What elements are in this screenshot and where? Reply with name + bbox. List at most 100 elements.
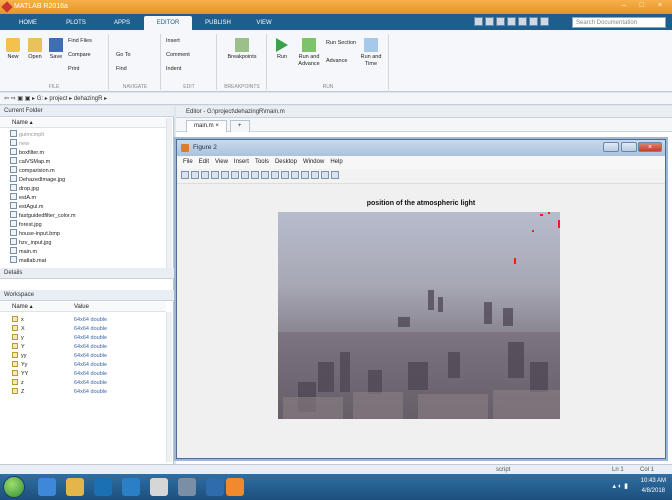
address-bar[interactable]: ⇦ ⇨ ▣ ▣ ▸ G: ▸ project ▸ dehazingR ▸ [0,93,672,105]
app-icon[interactable] [206,478,224,496]
menu-tools[interactable]: Tools [255,159,269,165]
clock[interactable]: 10:43 AM 4/8/2018 [641,476,666,496]
hide-tools-icon[interactable] [321,171,329,179]
tab-main-m[interactable]: main.m × [186,120,227,132]
menu-insert[interactable]: Insert [234,159,249,165]
workspace-value-column[interactable]: Value [74,302,89,312]
file-name: comparision.m [19,168,55,174]
workspace-scrollbar[interactable] [166,312,172,462]
details-header[interactable]: Details [0,268,174,279]
window-controls[interactable]: – □ × [622,2,668,9]
tab-home[interactable]: HOME [4,16,52,30]
go-to-button[interactable]: Go To [116,52,131,59]
tab-editor[interactable]: EDITOR [144,16,192,30]
link-icon[interactable] [291,171,299,179]
table-row[interactable]: YY [12,370,28,378]
find-files-button[interactable]: Find Files [68,38,92,45]
menu-edit[interactable]: Edit [199,159,209,165]
indent-button[interactable]: Indent [166,66,181,73]
compare-button[interactable]: Compare [68,52,91,59]
plot-title: position of the atmospheric light [366,200,476,207]
chrome-icon[interactable] [150,478,168,496]
run-and-advance-button[interactable]: Run and Advance [296,38,322,68]
brush-icon[interactable] [281,171,289,179]
tab-publish[interactable]: PUBLISH [194,16,242,30]
data-cursor-icon[interactable] [271,171,279,179]
table-row[interactable]: x [12,316,24,324]
menu-view[interactable]: View [215,159,228,165]
insert-button[interactable]: Insert [166,38,180,45]
menu-help[interactable]: Help [330,159,342,165]
colorbar-icon[interactable] [301,171,309,179]
system-tray[interactable]: ▴ ◐ ▮ [613,482,628,490]
minimize-button[interactable] [603,142,619,152]
folder-scrollbar[interactable] [166,118,172,268]
ie-icon[interactable] [38,478,56,496]
run-and-time-button[interactable]: Run and Time [360,38,382,68]
rotate-icon[interactable] [261,171,269,179]
workspace-column-headers: Name ▴ Value [0,302,166,312]
start-button[interactable] [3,476,25,498]
breakpoints-button[interactable]: Breakpoints [224,38,260,61]
save-icon[interactable] [201,171,209,179]
matlab-taskbar-icon[interactable] [226,478,244,496]
help-icon[interactable] [540,17,549,26]
save-icon[interactable] [474,17,483,26]
pan-icon[interactable] [251,171,259,179]
cut-icon[interactable] [485,17,494,26]
tab-view[interactable]: VIEW [240,16,288,30]
undo-icon[interactable] [518,17,527,26]
figure-title-bar[interactable]: Figure 2 × [177,140,665,156]
save-button[interactable]: Save [47,38,65,61]
legend-icon[interactable] [311,171,319,179]
workspace-name-column[interactable]: Name ▴ [12,304,33,310]
image-file-icon [10,229,17,236]
new-figure-icon[interactable] [181,171,189,179]
current-folder-name-column[interactable]: Name ▴ [0,118,166,128]
print-icon[interactable] [211,171,219,179]
redo-icon[interactable] [529,17,538,26]
table-row[interactable]: y [12,334,24,342]
word-icon[interactable] [122,478,140,496]
tab-apps[interactable]: APPS [98,16,146,30]
table-row[interactable]: Z [12,388,24,396]
image-file-icon [10,175,17,182]
add-tab-button[interactable]: + [230,120,250,132]
pointer-icon[interactable] [221,171,229,179]
paste-icon[interactable] [507,17,516,26]
new-button[interactable]: New [4,38,22,61]
table-row[interactable]: z [12,379,24,387]
var-value: 64x64 double [74,371,108,377]
table-row[interactable]: Yy [12,361,27,369]
menu-file[interactable]: File [183,159,193,165]
copy-icon[interactable] [496,17,505,26]
explorer-icon[interactable] [66,478,84,496]
table-row[interactable]: yy [12,352,27,360]
var-name: y [21,335,24,341]
menu-window[interactable]: Window [303,159,324,165]
list-item[interactable]: matlab.mat [10,256,46,266]
open-button[interactable]: Open [25,38,45,61]
advance-button[interactable]: Advance [326,58,347,65]
zoom-out-icon[interactable] [241,171,249,179]
maximize-button[interactable] [621,142,637,152]
zoom-in-icon[interactable] [231,171,239,179]
m-file-icon [10,202,17,209]
photos-icon[interactable] [178,478,196,496]
dock-icon[interactable] [331,171,339,179]
menu-desktop[interactable]: Desktop [275,159,297,165]
insert-label: Insert [166,38,180,44]
find-button[interactable]: Find [116,66,127,73]
table-row[interactable]: Y [12,343,25,351]
table-row[interactable]: X [12,325,25,333]
run-button[interactable]: Run [272,38,292,61]
run-section-button[interactable]: Run Section [326,40,356,47]
print-button[interactable]: Print [68,66,79,73]
tab-plots[interactable]: PLOTS [52,16,100,30]
comment-button[interactable]: Comment [166,52,190,59]
compare-label: Compare [68,52,91,58]
media-player-icon[interactable] [94,478,112,496]
search-documentation-input[interactable]: Search Documentation [572,17,666,28]
open-icon[interactable] [191,171,199,179]
close-button[interactable]: × [638,142,662,152]
